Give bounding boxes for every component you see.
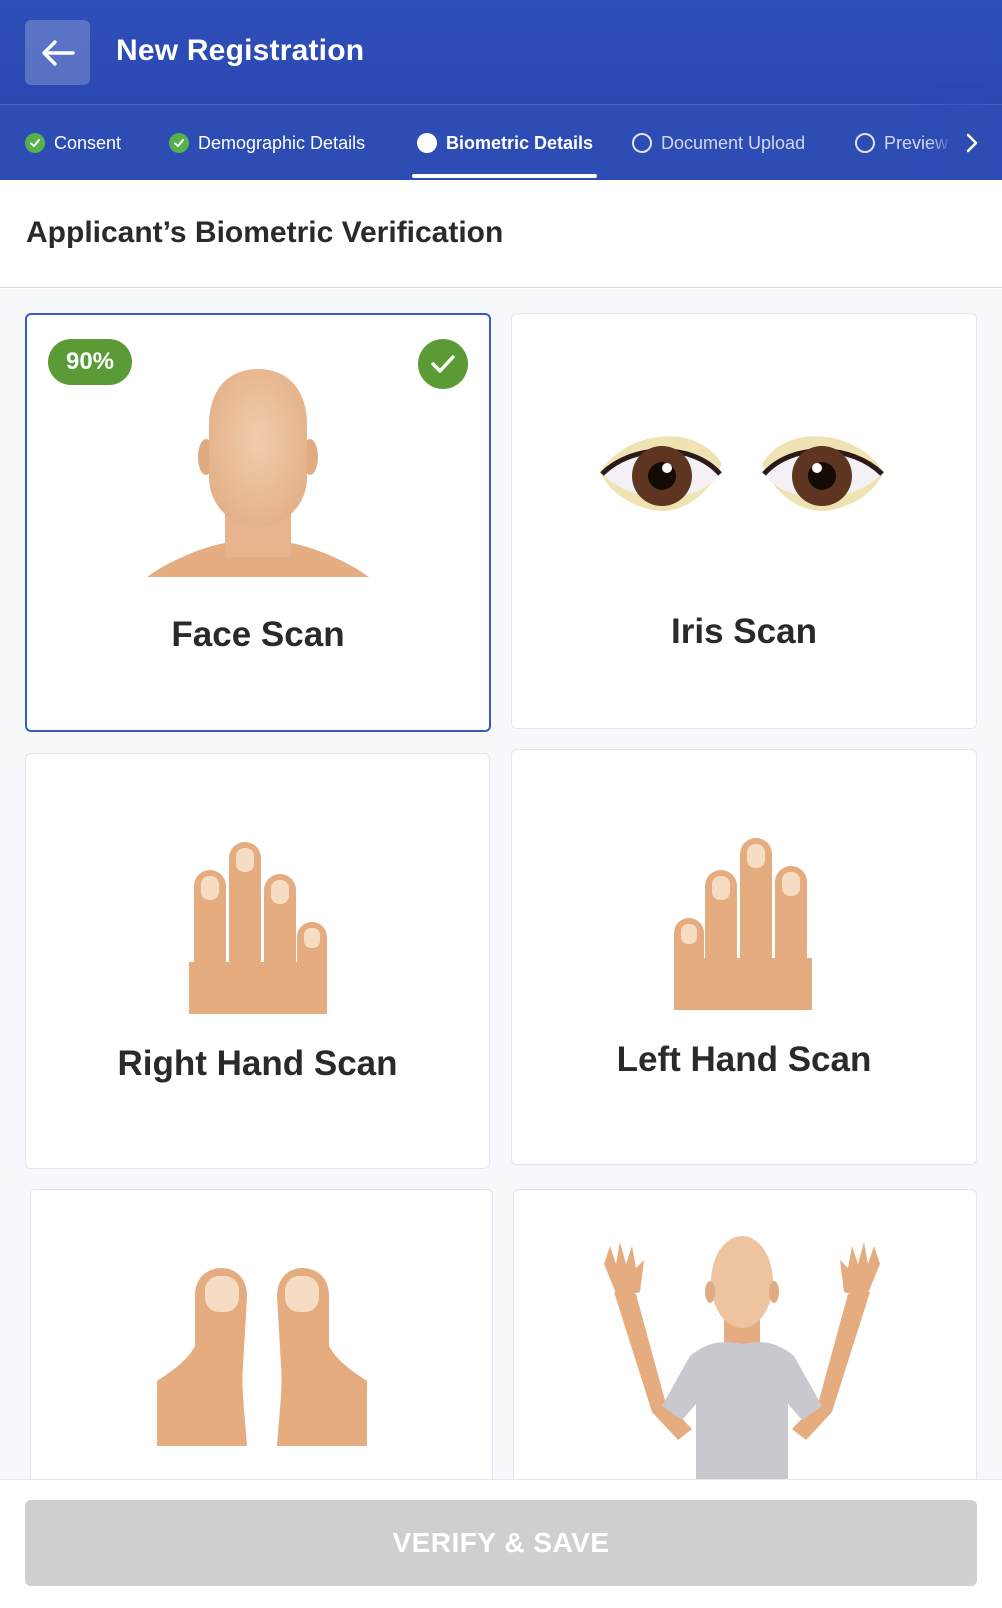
quality-score-badge: 90% xyxy=(48,339,132,385)
completed-check-icon xyxy=(418,339,468,389)
step-label: Demographic Details xyxy=(198,132,366,153)
arrow-left-icon xyxy=(41,39,75,66)
check-icon xyxy=(25,133,45,153)
active-step-indicator xyxy=(412,174,597,178)
card-label: Iris Scan xyxy=(671,612,817,651)
active-step-icon xyxy=(417,133,437,153)
person-hands-up-icon xyxy=(604,1236,880,1479)
card-label: Left Hand Scan xyxy=(616,1040,872,1079)
step-label: Biometric Details xyxy=(446,132,594,153)
eyes-illustration-icon xyxy=(600,436,884,511)
step-biometric-details[interactable]: Biometric Details xyxy=(417,105,593,181)
app-bar: New Registration xyxy=(0,0,1002,104)
right-hand-fingers-icon xyxy=(189,842,327,1014)
right-hand-scan-card[interactable]: Right Hand Scan xyxy=(25,753,490,1169)
iris-scan-card[interactable]: Iris Scan xyxy=(511,313,977,729)
section-header: Applicant’s Biometric Verification xyxy=(0,180,1002,288)
section-title: Applicant’s Biometric Verification xyxy=(26,216,504,249)
back-button[interactable] xyxy=(25,20,90,85)
step-label: Preview xyxy=(884,132,949,153)
footer-bar: VERIFY & SAVE xyxy=(0,1479,1002,1608)
step-document-upload[interactable]: Document Upload xyxy=(632,105,805,181)
check-icon xyxy=(169,133,189,153)
face-illustration-icon xyxy=(147,369,369,577)
left-hand-fingers-icon xyxy=(674,838,812,1010)
pending-step-icon xyxy=(632,133,652,153)
step-consent[interactable]: Consent xyxy=(25,105,121,181)
step-label: Document Upload xyxy=(661,132,806,153)
left-hand-scan-card[interactable]: Left Hand Scan xyxy=(511,749,977,1165)
verify-and-save-button[interactable]: VERIFY & SAVE xyxy=(25,1500,977,1586)
face-scan-card[interactable]: 90% Face Scan xyxy=(25,313,491,732)
thumbs-illustration-icon xyxy=(157,1268,367,1446)
biometric-card-grid: 90% Face Scan Iris Scan Right Hand Scan … xyxy=(0,289,1002,1479)
step-demographic-details[interactable]: Demographic Details xyxy=(169,105,365,181)
thumbs-scan-card[interactable] xyxy=(30,1189,493,1479)
card-label: Face Scan xyxy=(171,615,345,654)
stepper-next-button[interactable] xyxy=(950,105,994,181)
exception-photo-card[interactable] xyxy=(513,1189,977,1479)
page-title: New Registration xyxy=(116,34,365,67)
step-preview[interactable]: Preview xyxy=(855,105,948,181)
pending-step-icon xyxy=(855,133,875,153)
card-label: Right Hand Scan xyxy=(117,1044,398,1083)
registration-stepper: Consent Demographic Details Biometric De… xyxy=(0,104,1002,181)
step-label: Consent xyxy=(54,132,122,153)
chevron-right-icon xyxy=(966,133,978,153)
